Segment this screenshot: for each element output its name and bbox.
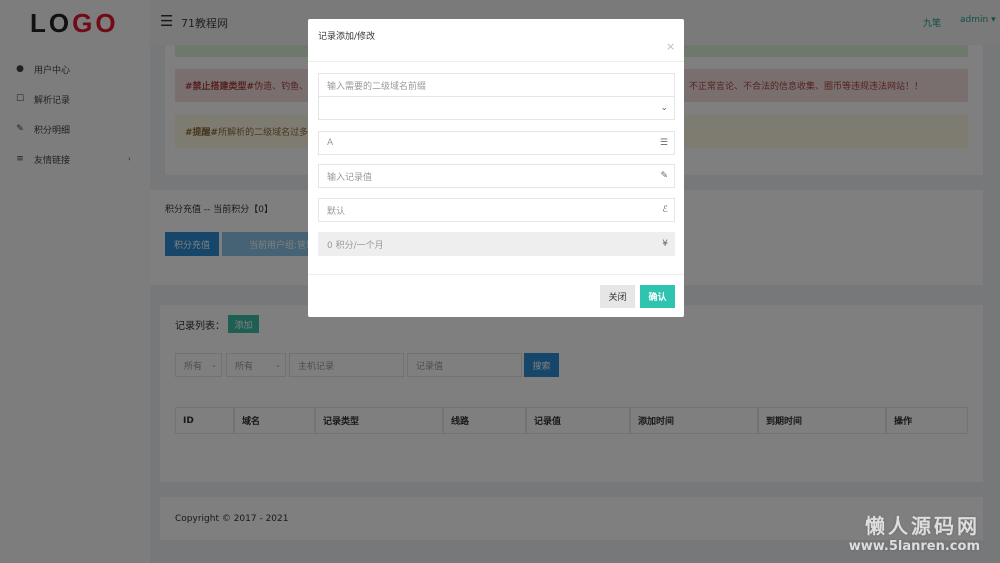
record-modal: 记录添加/修改 × 输入需要的二级域名前缀 ⌄ A ☰ 输入记录值 ✎ 默认 ℰ 0 … — [308, 19, 684, 317]
chevron-down-icon: ⌄ — [660, 103, 668, 113]
domain-select[interactable]: ⌄ — [318, 96, 675, 120]
watermark-url: www.5lanren.com — [848, 539, 980, 554]
divider — [308, 61, 684, 62]
divider — [308, 274, 684, 275]
confirm-button[interactable]: 确认 — [640, 285, 675, 308]
cost-display: 0 积分/一个月 ¥ — [318, 232, 675, 256]
modal-title: 记录添加/修改 — [318, 32, 376, 42]
edit-icon: ✎ — [660, 171, 668, 181]
subdomain-prefix-input[interactable]: 输入需要的二级域名前缀 — [318, 73, 675, 97]
type-list-icon: ☰ — [659, 138, 668, 148]
close-button[interactable]: 关闭 — [600, 285, 635, 308]
yen-icon: ¥ — [662, 239, 668, 249]
route-icon: ℰ — [662, 205, 668, 215]
watermark: 懒人源码网 — [865, 514, 980, 538]
record-type-input[interactable]: A ☰ — [318, 131, 675, 155]
close-icon[interactable]: × — [666, 40, 675, 53]
record-value-input[interactable]: 输入记录值 ✎ — [318, 164, 675, 188]
line-input[interactable]: 默认 ℰ — [318, 198, 675, 222]
